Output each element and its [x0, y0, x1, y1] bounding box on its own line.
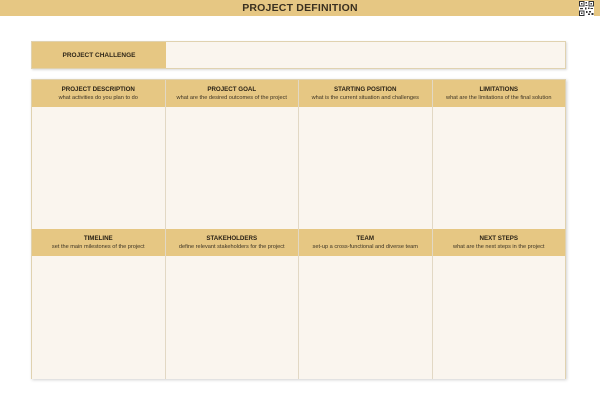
section-content-area[interactable]	[432, 256, 565, 379]
section-title: NEXT STEPS	[479, 235, 518, 242]
qr-code-icon	[579, 1, 594, 16]
page-header: PROJECT DEFINITION	[0, 0, 600, 16]
definition-grid: PROJECT DESCRIPTION what activities do y…	[31, 79, 566, 379]
section-content-area[interactable]	[32, 256, 165, 379]
section-starting-position: STARTING POSITION what is the current si…	[299, 80, 433, 229]
section-project-goal: PROJECT GOAL what are the desired outcom…	[165, 80, 299, 229]
section-content-area[interactable]	[32, 107, 165, 229]
section-title: TIMELINE	[83, 235, 113, 242]
page-title: PROJECT DEFINITION	[242, 2, 358, 14]
section-title: STARTING POSITION	[334, 86, 397, 93]
section-content-area[interactable]	[299, 107, 432, 229]
section-title: PROJECT DESCRIPTION	[61, 86, 135, 93]
section-subtitle: define relevant stakeholders for the pro…	[178, 244, 285, 250]
section-header: PROJECT DESCRIPTION what activities do y…	[32, 80, 165, 107]
grid-row-top: PROJECT DESCRIPTION what activities do y…	[32, 80, 565, 229]
project-challenge-row: PROJECT CHALLENGE	[31, 41, 566, 69]
section-subtitle: set-up a cross-functional and diverse te…	[312, 244, 418, 250]
section-subtitle: what are the next steps in the project	[453, 244, 545, 250]
section-stakeholders: STAKEHOLDERS define relevant stakeholder…	[165, 229, 299, 379]
section-subtitle: what are the limitations of the final so…	[446, 95, 552, 101]
section-content-area[interactable]	[299, 256, 432, 379]
section-next-steps: NEXT STEPS what are the next steps in th…	[432, 229, 565, 379]
section-subtitle: set the main milestones of the project	[51, 244, 145, 250]
section-header: LIMITATIONS what are the limitations of …	[432, 80, 565, 107]
section-title: STAKEHOLDERS	[206, 235, 258, 242]
section-subtitle: what are the desired outcomes of the pro…	[176, 95, 287, 101]
section-subtitle: what activities do you plan to do	[58, 95, 138, 101]
section-title: LIMITATIONS	[479, 86, 519, 93]
section-title: PROJECT GOAL	[207, 86, 257, 93]
section-subtitle: what is the current situation and challe…	[311, 95, 419, 101]
section-timeline: TIMELINE set the main milestones of the …	[32, 229, 166, 379]
section-project-description: PROJECT DESCRIPTION what activities do y…	[32, 80, 166, 229]
section-header: NEXT STEPS what are the next steps in th…	[432, 229, 565, 256]
section-header: STARTING POSITION what is the current si…	[299, 80, 432, 107]
project-challenge-field[interactable]	[166, 42, 565, 68]
section-header: STAKEHOLDERS define relevant stakeholder…	[165, 229, 298, 256]
section-title: TEAM	[356, 235, 375, 242]
section-header: PROJECT GOAL what are the desired outcom…	[165, 80, 298, 107]
project-challenge-label: PROJECT CHALLENGE	[32, 42, 166, 68]
section-content-area[interactable]	[432, 107, 565, 229]
section-header: TIMELINE set the main milestones of the …	[32, 229, 165, 256]
section-limitations: LIMITATIONS what are the limitations of …	[432, 80, 565, 229]
section-header: TEAM set-up a cross-functional and diver…	[299, 229, 432, 256]
section-content-area[interactable]	[165, 256, 298, 379]
section-content-area[interactable]	[165, 107, 298, 229]
section-team: TEAM set-up a cross-functional and diver…	[299, 229, 433, 379]
grid-row-bottom: TIMELINE set the main milestones of the …	[32, 229, 565, 379]
